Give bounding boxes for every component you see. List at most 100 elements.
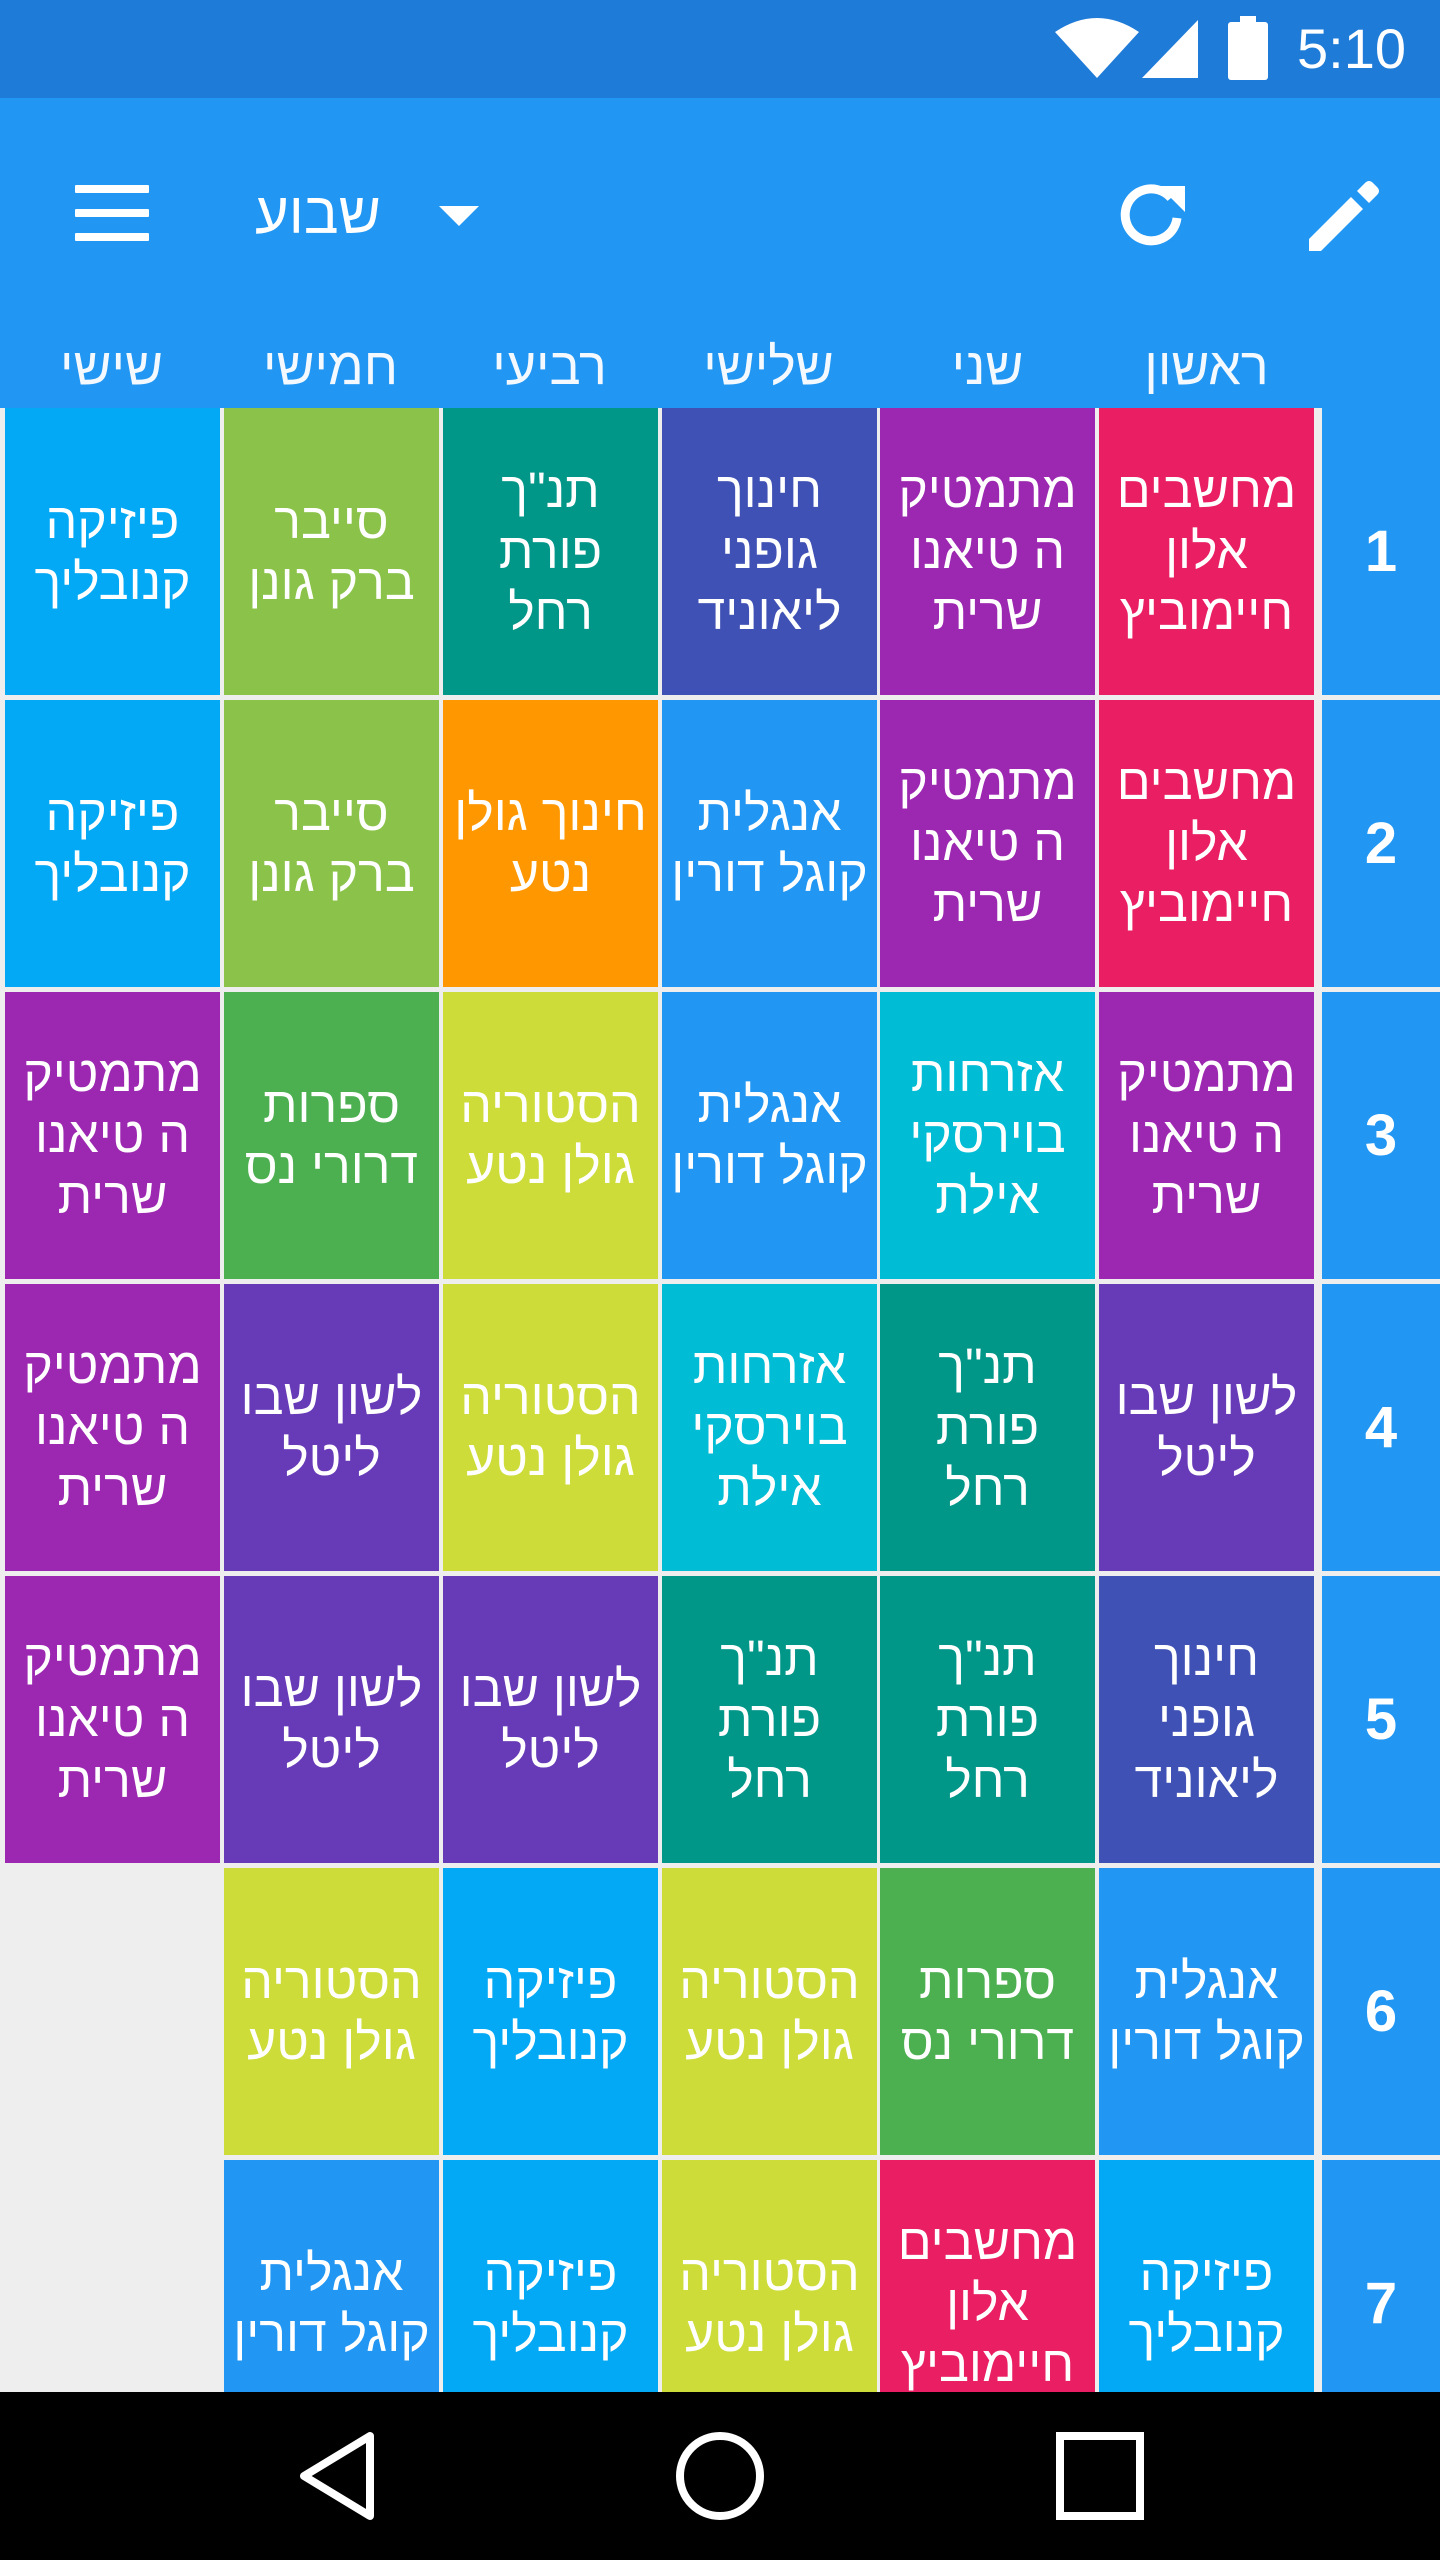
lesson-cell[interactable]: תנ"ך פורת רחל	[443, 408, 658, 695]
day-header[interactable]: שישי	[2, 326, 221, 408]
lesson-text: מחשבים אלון חיימוביץ	[1116, 754, 1297, 932]
view-selector-dropdown[interactable]: שבוע	[255, 170, 479, 256]
lesson-text: לשון שבו ליטל	[1115, 1368, 1298, 1486]
lesson-text: מתמטיקה טיאנו שרית	[23, 1046, 202, 1224]
lesson-cell[interactable]: הסטוריה גולן נטע	[662, 2160, 877, 2392]
lesson-cell[interactable]: תנ"ך פורת רחל	[662, 1576, 877, 1863]
lesson-cell[interactable]: לשון שבו ליטל	[224, 1284, 439, 1571]
lesson-text: אנגלית קוגל דורין	[671, 784, 868, 902]
lesson-cell[interactable]: ספרות דרורי נס	[880, 1868, 1095, 2155]
cell-signal-icon	[1142, 20, 1198, 78]
day-header[interactable]: שלישי	[659, 326, 878, 408]
lesson-text: פיזיקה קנובליך	[34, 784, 191, 902]
lesson-text: מחשבים אלון חיימוביץ	[1116, 462, 1297, 640]
lesson-text: פיזיקה קנובליך	[1128, 2244, 1285, 2362]
lesson-text: הסטוריה גולן נטע	[679, 2244, 860, 2362]
hour-label: 4	[1322, 1284, 1440, 1571]
lesson-cell[interactable]: מתמטיקה טיאנו שרית	[5, 1284, 220, 1571]
lesson-cell[interactable]: מחשבים אלון חיימוביץ	[1099, 408, 1314, 695]
lesson-text: אנגלית קוגל דורין	[1108, 1952, 1305, 2070]
lesson-cell[interactable]: סייבר ברק גונן	[224, 700, 439, 987]
lesson-cell[interactable]: פיזיקה קנובליך	[1099, 2160, 1314, 2392]
lesson-text: ספרות דרורי נס	[244, 1076, 419, 1194]
lesson-cell[interactable]: מחשבים אלון חיימוביץ	[1099, 700, 1314, 987]
lesson-cell[interactable]: אזרחות בוירסקי אילת	[662, 1284, 877, 1571]
lesson-cell[interactable]: סייבר ברק גונן	[224, 408, 439, 695]
lesson-text: אזרחות בוירסקי אילת	[909, 1046, 1066, 1224]
lesson-text: פיזיקה קנובליך	[472, 2244, 629, 2362]
lesson-text: ספרות דרורי נס	[900, 1952, 1075, 2070]
lesson-text: חינוך גופני ליאוניד	[697, 462, 842, 640]
lesson-text: חינוך גופני ליאוניד	[1134, 1630, 1279, 1808]
timetable-grid: 1 פיזיקה קנובליך סייבר ברק גונן תנ"ך פורת ר…	[0, 408, 1440, 2392]
lesson-text: תנ"ך פורת רחל	[935, 1630, 1040, 1808]
lesson-cell[interactable]: אנגלית קוגל דורין	[662, 992, 877, 1279]
navigation-bar	[0, 2392, 1440, 2560]
lesson-text: מתמטיקה טיאנו שרית	[1117, 1046, 1296, 1224]
day-header-row: שישי חמישי רביעי שלישי שני ראשון	[0, 326, 1440, 408]
hour-label: 1	[1322, 408, 1440, 695]
lesson-cell[interactable]: לשון שבו ליטל	[1099, 1284, 1314, 1571]
lesson-text: הסטוריה גולן נטע	[460, 1076, 641, 1194]
lesson-cell[interactable]: פיזיקה קנובליך	[5, 700, 220, 987]
lesson-text: הסטוריה גולן נטע	[679, 1952, 860, 2070]
lesson-text: לשון שבו ליטל	[459, 1660, 642, 1778]
lesson-text: תנ"ך פורת רחל	[717, 1630, 822, 1808]
lesson-cell[interactable]: אזרחות בוירסקי אילת	[880, 992, 1095, 1279]
refresh-icon[interactable]	[1115, 178, 1187, 250]
wifi-icon	[1055, 18, 1139, 78]
app-bar: שבוע שישי חמישי רביעי שלישי שני ראשון	[0, 98, 1440, 408]
edit-icon[interactable]	[1305, 173, 1383, 253]
lesson-cell[interactable]: פיזיקה קנובליך	[443, 2160, 658, 2392]
lesson-cell[interactable]: אנגלית קוגל דורין	[224, 2160, 439, 2392]
hour-label: 7	[1322, 2160, 1440, 2392]
lesson-cell[interactable]: הסטוריה גולן נטע	[662, 1868, 877, 2155]
lesson-text: סייבר ברק גונן	[248, 492, 415, 610]
lesson-cell[interactable]: הסטוריה גולן נטע	[224, 1868, 439, 2155]
day-header[interactable]: שני	[878, 326, 1097, 408]
lesson-cell[interactable]: חינוך גופני ליאוניד	[662, 408, 877, 695]
lesson-cell[interactable]: פיזיקה קנובליך	[5, 408, 220, 695]
lesson-cell[interactable]: חינוך גולן נטע	[443, 700, 658, 987]
lesson-cell[interactable]: מתמטיקה טיאנו שרית	[5, 992, 220, 1279]
recents-icon[interactable]	[1050, 2426, 1150, 2526]
lesson-text: לשון שבו ליטל	[240, 1368, 423, 1486]
battery-icon	[1228, 16, 1268, 80]
dropdown-arrow-icon	[438, 206, 479, 226]
menu-icon[interactable]	[75, 185, 149, 241]
lesson-cell[interactable]: תנ"ך פורת רחל	[880, 1576, 1095, 1863]
lesson-cell[interactable]: הסטוריה גולן נטע	[443, 1284, 658, 1571]
lesson-text: תנ"ך פורת רחל	[498, 462, 603, 640]
lesson-cell[interactable]: לשון שבו ליטל	[443, 1576, 658, 1863]
lesson-cell[interactable]: מתמטיקה טיאנו שרית	[880, 408, 1095, 695]
lesson-cell[interactable]: לשון שבו ליטל	[224, 1576, 439, 1863]
day-header[interactable]: חמישי	[221, 326, 440, 408]
lesson-text: מתמטיקה טיאנו שרית	[898, 754, 1077, 932]
day-header[interactable]: רביעי	[440, 326, 659, 408]
view-selector-label: שבוע	[255, 180, 381, 246]
lesson-text: פיזיקה קנובליך	[34, 492, 191, 610]
lesson-text: מתמטיקה טיאנו שרית	[23, 1338, 202, 1516]
lesson-cell[interactable]: מתמטיקה טיאנו שרית	[1099, 992, 1314, 1279]
home-icon[interactable]	[670, 2426, 770, 2526]
hour-label: 5	[1322, 1576, 1440, 1863]
hour-label: 2	[1322, 700, 1440, 987]
lesson-cell[interactable]: אנגלית קוגל דורין	[662, 700, 877, 987]
day-header[interactable]: ראשון	[1097, 326, 1316, 408]
lesson-cell[interactable]: מתמטיקה טיאנו שרית	[5, 1576, 220, 1863]
lesson-text: פיזיקה קנובליך	[472, 1952, 629, 2070]
lesson-cell[interactable]: מחשבים אלון חיימוביץ	[880, 2160, 1095, 2392]
lesson-cell[interactable]: תנ"ך פורת רחל	[880, 1284, 1095, 1571]
lesson-cell[interactable]: הסטוריה גולן נטע	[443, 992, 658, 1279]
lesson-cell[interactable]: ספרות דרורי נס	[224, 992, 439, 1279]
lesson-cell[interactable]: אנגלית קוגל דורין	[1099, 1868, 1314, 2155]
lesson-cell[interactable]: מתמטיקה טיאנו שרית	[880, 700, 1095, 987]
lesson-cell[interactable]: חינוך גופני ליאוניד	[1099, 1576, 1314, 1863]
lesson-text: מתמטיקה טיאנו שרית	[23, 1630, 202, 1808]
back-icon[interactable]	[290, 2426, 390, 2526]
lesson-cell[interactable]: פיזיקה קנובליך	[443, 1868, 658, 2155]
status-time: 5:10	[1297, 17, 1406, 80]
lesson-text: תנ"ך פורת רחל	[935, 1338, 1040, 1516]
lesson-text: לשון שבו ליטל	[240, 1660, 423, 1778]
lesson-text: חינוך גולן נטע	[454, 784, 647, 902]
